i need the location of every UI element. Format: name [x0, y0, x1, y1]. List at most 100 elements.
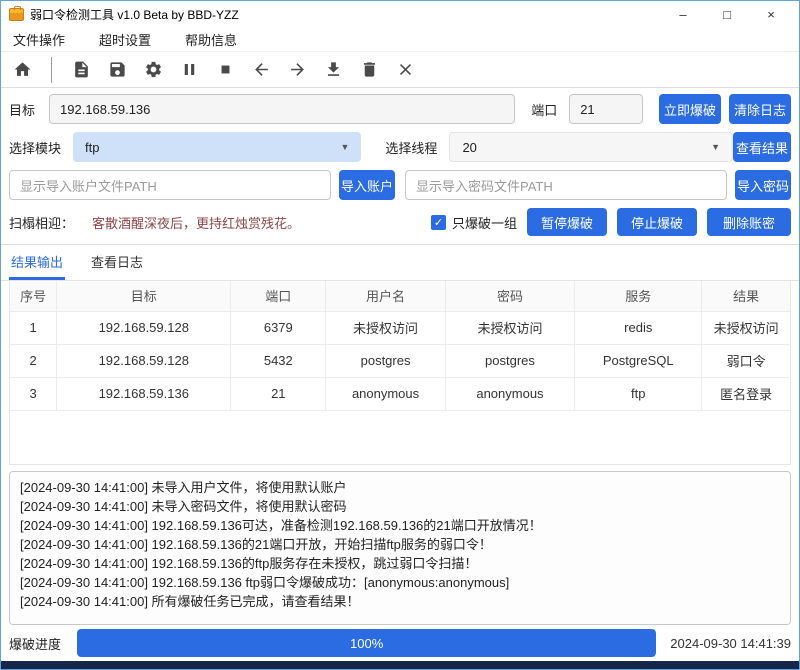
menu-bar: 文件操作 超时设置 帮助信息 [1, 27, 799, 51]
maximize-button[interactable]: □ [705, 2, 749, 26]
close-x-icon[interactable] [394, 59, 416, 81]
cell-password: postgres [445, 344, 574, 377]
trash-icon[interactable] [358, 59, 380, 81]
log-line: [2024-09-30 14:41:00] 192.168.59.136的21端… [20, 535, 780, 554]
download-icon[interactable] [322, 59, 344, 81]
thread-value: 20 [462, 140, 476, 155]
log-line: [2024-09-30 14:41:00] 未导入用户文件，将使用默认账户 [20, 478, 780, 497]
home-icon[interactable] [11, 59, 33, 81]
delete-credentials-button[interactable]: 删除账密 [707, 208, 791, 236]
log-line: [2024-09-30 14:41:00] 192.168.59.136可达，准… [20, 516, 780, 535]
col-header-target: 目标 [57, 281, 231, 311]
checkbox-checked-icon[interactable]: ✓ [431, 215, 446, 230]
cell-username: postgres [326, 344, 445, 377]
import-account-button[interactable]: 导入账户 [339, 170, 395, 200]
import-password-button[interactable]: 导入密码 [735, 170, 791, 200]
col-header-index: 序号 [10, 281, 57, 311]
app-lock-icon [9, 8, 24, 21]
port-label: 端口 [531, 100, 557, 119]
results-table: 序号 目标 端口 用户名 密码 服务 结果 1 192.168.59.128 6… [9, 281, 791, 465]
progress-label: 爆破进度 [9, 634, 61, 653]
app-window: 弱口令检测工具 v1.0 Beta by BBD-YZZ – □ × 文件操作 … [0, 0, 800, 670]
cell-port: 21 [231, 377, 326, 410]
cell-target: 192.168.59.136 [57, 377, 231, 410]
log-line: [2024-09-30 14:41:00] 所有爆破任务已完成，请查看结果！ [20, 592, 780, 611]
log-line: [2024-09-30 14:41:00] 未导入密码文件，将使用默认密码 [20, 497, 780, 516]
pause-attack-button[interactable]: 暂停爆破 [527, 208, 607, 236]
module-value: ftp [85, 140, 99, 155]
col-header-service: 服务 [575, 281, 702, 311]
table-row[interactable]: 2 192.168.59.128 5432 postgres postgres … [10, 344, 790, 377]
menu-help-info[interactable]: 帮助信息 [181, 28, 241, 51]
cell-index: 2 [10, 344, 57, 377]
forward-arrow-icon[interactable] [286, 59, 308, 81]
back-arrow-icon[interactable] [250, 59, 272, 81]
stop-icon[interactable] [214, 59, 236, 81]
new-file-icon[interactable] [70, 59, 92, 81]
table-row[interactable]: 3 192.168.59.136 21 anonymous anonymous … [10, 377, 790, 410]
cell-service: PostgreSQL [575, 344, 702, 377]
log-output[interactable]: [2024-09-30 14:41:00] 未导入用户文件，将使用默认账户 [2… [9, 471, 791, 625]
cell-port: 5432 [231, 344, 326, 377]
close-button[interactable]: × [749, 2, 793, 26]
progress-fill: 100% [77, 629, 656, 657]
tab-view-log[interactable]: 查看日志 [89, 245, 145, 280]
single-group-checkbox-label[interactable]: 只爆破一组 [452, 213, 517, 232]
port-input[interactable]: 21 [569, 94, 643, 124]
single-group-checkbox-wrap: ✓ 只爆破一组 [431, 213, 517, 232]
status-bar: 爆破进度 100% 2024-09-30 14:41:39 [1, 625, 799, 661]
clear-log-button[interactable]: 清除日志 [729, 94, 791, 124]
settings-gear-icon[interactable] [142, 59, 164, 81]
target-input[interactable]: 192.168.59.136 [49, 94, 515, 124]
password-file-input[interactable]: 显示导入密码文件PATH [405, 170, 727, 200]
toolbar-separator [51, 57, 52, 83]
password-file-placeholder: 显示导入密码文件PATH [416, 176, 553, 195]
toolbar [1, 51, 799, 88]
stop-attack-button[interactable]: 停止爆破 [617, 208, 697, 236]
col-header-port: 端口 [231, 281, 326, 311]
import-row: 显示导入账户文件PATH 导入账户 显示导入密码文件PATH 导入密码 [1, 170, 799, 200]
cell-service: ftp [575, 377, 702, 410]
thread-select[interactable]: 20 ▼ [449, 132, 733, 162]
cell-result: 未授权访问 [702, 311, 790, 344]
cell-username: 未授权访问 [326, 311, 445, 344]
table-header-row: 序号 目标 端口 用户名 密码 服务 结果 [10, 281, 790, 311]
target-label: 目标 [9, 100, 35, 119]
result-tabs: 结果输出 查看日志 [1, 245, 799, 281]
cell-result: 弱口令 [702, 344, 790, 377]
target-row: 目标 192.168.59.136 端口 21 立即爆破 清除日志 [1, 94, 799, 124]
cell-password: anonymous [445, 377, 574, 410]
progress-bar: 100% [77, 629, 656, 657]
col-header-username: 用户名 [326, 281, 445, 311]
chevron-down-icon: ▼ [341, 142, 350, 152]
view-results-button[interactable]: 查看结果 [733, 132, 791, 162]
minimize-button[interactable]: – [661, 2, 705, 26]
pause-icon[interactable] [178, 59, 200, 81]
cell-index: 1 [10, 311, 57, 344]
window-title: 弱口令检测工具 v1.0 Beta by BBD-YZZ [30, 6, 239, 23]
cell-target: 192.168.59.128 [57, 311, 231, 344]
greeting-label: 扫榻相迎： [9, 213, 74, 232]
tab-results-output[interactable]: 结果输出 [9, 245, 65, 280]
cell-result: 匿名登录 [702, 377, 790, 410]
account-file-input[interactable]: 显示导入账户文件PATH [9, 170, 331, 200]
module-label: 选择模块 [9, 138, 61, 157]
cell-password: 未授权访问 [445, 311, 574, 344]
chevron-down-icon: ▼ [711, 142, 720, 152]
cell-service: redis [575, 311, 702, 344]
menu-timeout-settings[interactable]: 超时设置 [95, 28, 155, 51]
module-select[interactable]: ftp ▼ [73, 132, 361, 162]
bottom-edge-strip [1, 661, 799, 669]
thread-label: 选择线程 [385, 138, 437, 157]
cell-port: 6379 [231, 311, 326, 344]
cell-index: 3 [10, 377, 57, 410]
col-header-password: 密码 [445, 281, 574, 311]
menu-file-ops[interactable]: 文件操作 [9, 28, 69, 51]
start-attack-button[interactable]: 立即爆破 [659, 94, 721, 124]
save-icon[interactable] [106, 59, 128, 81]
greeting-text: 客散酒醒深夜后，更持红烛赏残花。 [92, 213, 300, 232]
title-bar: 弱口令检测工具 v1.0 Beta by BBD-YZZ – □ × [1, 1, 799, 27]
col-header-result: 结果 [702, 281, 790, 311]
status-timestamp: 2024-09-30 14:41:39 [670, 636, 791, 651]
table-row[interactable]: 1 192.168.59.128 6379 未授权访问 未授权访问 redis … [10, 311, 790, 344]
